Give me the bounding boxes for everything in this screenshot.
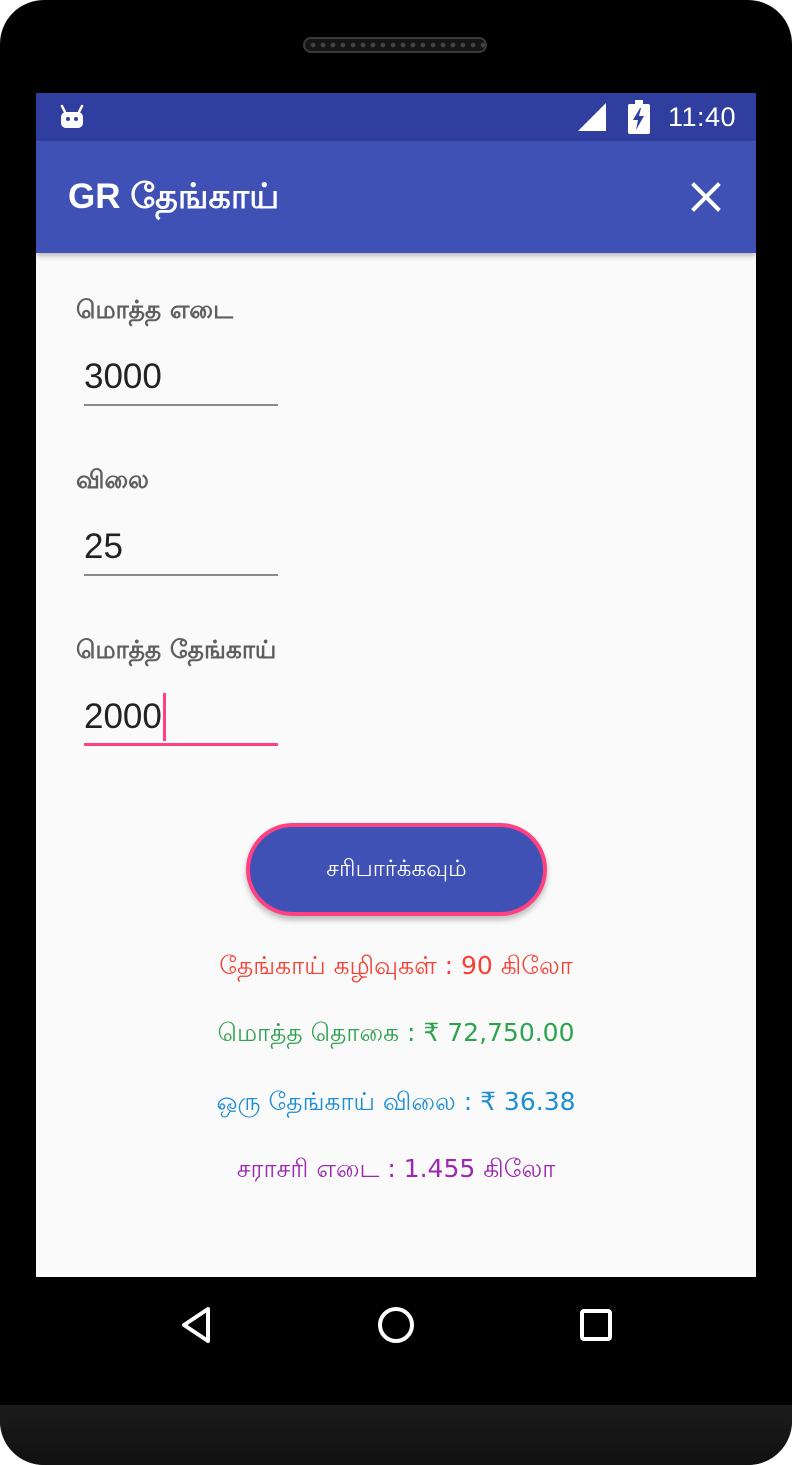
status-time: 11:40 xyxy=(668,102,737,132)
back-icon[interactable] xyxy=(176,1303,220,1347)
recent-apps-icon[interactable] xyxy=(574,1303,618,1347)
total-coconut-input[interactable] xyxy=(84,690,278,746)
text-cursor xyxy=(163,693,166,741)
app-bar: GR தேங்காய் xyxy=(36,141,756,253)
speaker-grille xyxy=(303,37,487,53)
battery-charging-icon xyxy=(628,100,650,134)
home-icon[interactable] xyxy=(374,1303,418,1347)
screen: 11:40 GR தேங்காய் மொத்த எடை விலை மொத்த த… xyxy=(36,93,756,1277)
app-title: GR தேங்காய் xyxy=(68,177,280,216)
close-icon[interactable] xyxy=(682,173,730,221)
result-waste: தேங்காய் கழிவுகள் : 90 கிலோ xyxy=(219,951,573,980)
phone-bottom-bezel xyxy=(0,1405,792,1465)
status-bar: 11:40 xyxy=(36,93,756,141)
total-coconut-label: மொத்த தேங்காய் xyxy=(76,635,277,664)
total-weight-input[interactable] xyxy=(84,350,278,406)
price-label: விலை xyxy=(76,465,149,494)
result-total-amount: மொத்த தொகை : ₹ 72,750.00 xyxy=(217,1018,575,1047)
result-average-weight: சராசரி எடை : 1.455 கிலோ xyxy=(236,1154,556,1183)
result-price-per-coconut: ஒரு தேங்காய் விலை : ₹ 36.38 xyxy=(216,1087,576,1116)
cell-signal-icon xyxy=(578,103,606,131)
total-weight-label: மொத்த எடை xyxy=(76,295,233,324)
android-debug-icon xyxy=(60,104,84,128)
price-input[interactable] xyxy=(84,520,278,576)
phone-frame: 11:40 GR தேங்காய் மொத்த எடை விலை மொத்த த… xyxy=(0,0,792,1465)
check-button[interactable]: சரிபார்க்கவும் xyxy=(246,823,547,916)
